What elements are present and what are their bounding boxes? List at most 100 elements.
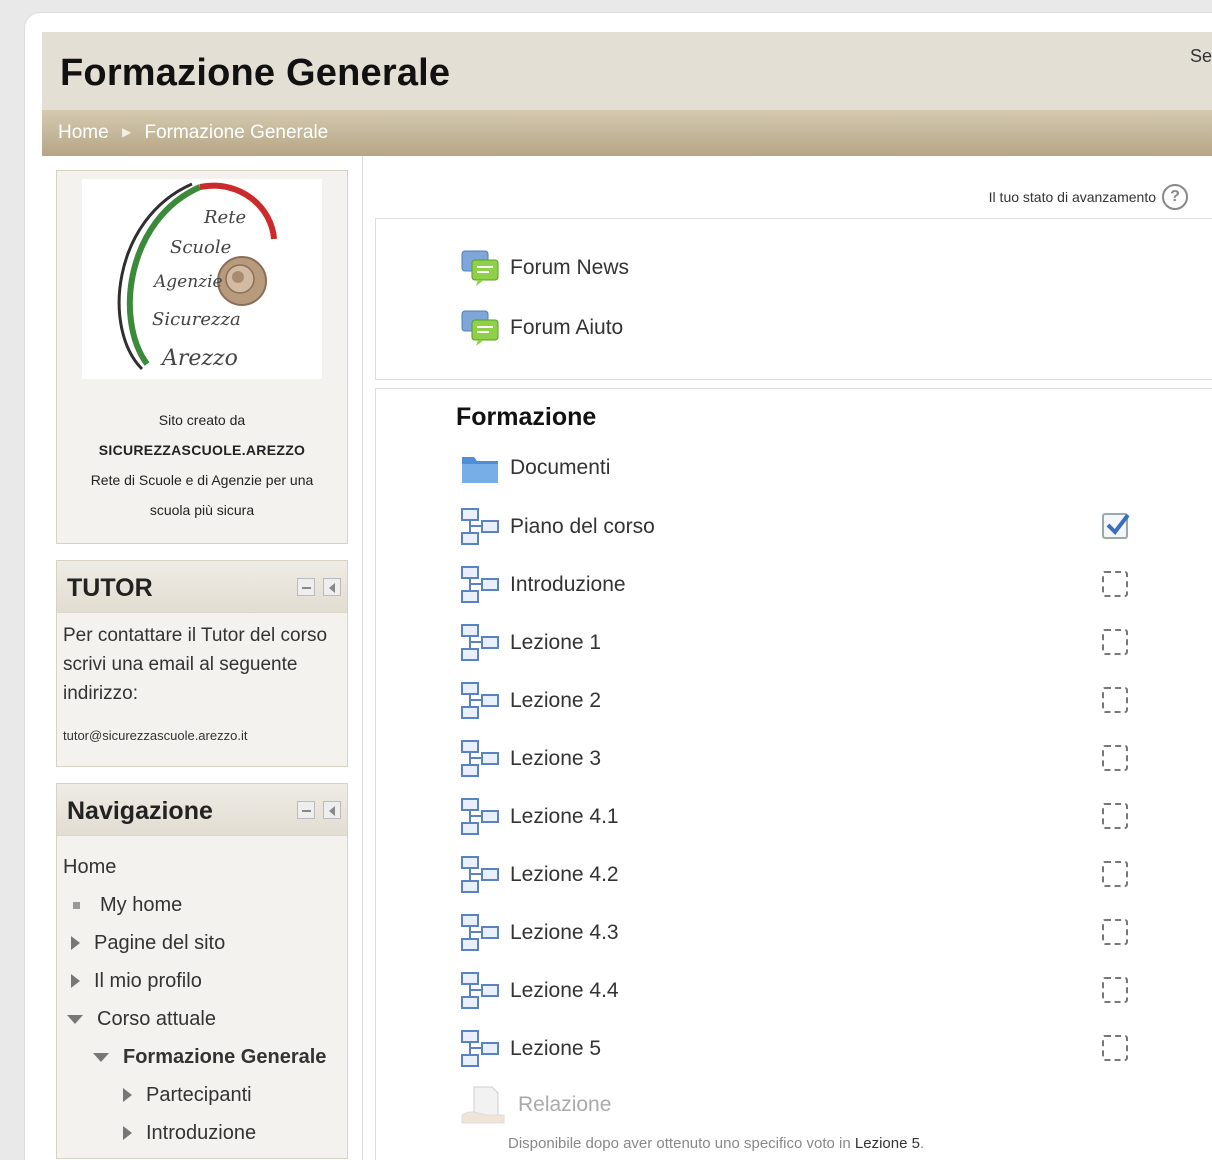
help-icon[interactable]: ? — [1162, 184, 1188, 210]
dock-icon[interactable] — [323, 801, 341, 819]
activity-label[interactable]: Lezione 4.1 — [510, 805, 619, 829]
lesson-icon — [461, 972, 499, 1009]
activity-label[interactable]: Forum Aiuto — [510, 316, 623, 340]
activity-lesson[interactable]: Lezione 4.2 — [460, 855, 619, 895]
svg-text:Rete: Rete — [203, 207, 246, 228]
section-general: Forum News Forum Aiuto — [375, 218, 1212, 380]
activity-lesson[interactable]: Lezione 5 — [460, 1029, 601, 1069]
logo-graphic: Rete Scuole Agenzie Sicurezza Arezzo — [117, 182, 277, 371]
completion-checkbox-icon[interactable] — [1102, 919, 1128, 945]
block-controls — [297, 578, 341, 596]
nav-item-site-pages[interactable]: Pagine del sito — [63, 924, 341, 962]
completion-checkbox-icon[interactable] — [1102, 861, 1128, 887]
navigation-block-title: Navigazione — [67, 797, 213, 825]
expand-right-icon — [71, 936, 80, 950]
tutor-block-header: TUTOR — [57, 561, 347, 613]
activity-lesson[interactable]: Introduzione — [460, 565, 626, 605]
activity-lesson[interactable]: Piano del corso — [460, 507, 655, 547]
breadcrumb-current[interactable]: Formazione Generale — [144, 122, 328, 143]
completion-checkbox-icon[interactable] — [1102, 1035, 1128, 1061]
progress-status: Il tuo stato di avanzamento ? — [989, 184, 1188, 210]
tutor-block-title: TUTOR — [67, 574, 153, 602]
completion-checkbox-icon[interactable] — [1102, 745, 1128, 771]
activity-lesson[interactable]: Lezione 1 — [460, 623, 601, 663]
activity-label[interactable]: Introduzione — [510, 573, 626, 597]
activity-lesson[interactable]: Lezione 3 — [460, 739, 601, 779]
credit-line-1: Sito creato da — [158, 412, 246, 428]
tutor-block-body: Per contattare il Tutor del corso scrivi… — [57, 613, 347, 766]
nav-item-home[interactable]: Home — [63, 848, 341, 886]
progress-label: Il tuo stato di avanzamento — [988, 189, 1156, 205]
expand-right-icon — [123, 1088, 132, 1102]
activity-label[interactable]: Lezione 4.4 — [510, 979, 619, 1003]
activity-lesson[interactable]: Lezione 4.1 — [460, 797, 619, 837]
left-column: Rete Scuole Agenzie Sicurezza Arezzo Sit… — [56, 170, 348, 1160]
activity-label[interactable]: Lezione 5 — [510, 1037, 601, 1061]
header-corner-text[interactable]: Se — [1190, 46, 1212, 67]
svg-text:Agenzie: Agenzie — [152, 272, 223, 292]
completion-checkbox-icon[interactable] — [1102, 803, 1128, 829]
expand-right-icon — [123, 1126, 132, 1140]
svg-text:Scuole: Scuole — [170, 237, 231, 258]
dock-icon[interactable] — [323, 578, 341, 596]
activity-relazione: Relazione — [460, 1085, 611, 1125]
nav-item-current-course[interactable]: Corso attuale — [63, 1000, 341, 1038]
activity-lesson[interactable]: Lezione 2 — [460, 681, 601, 721]
nav-item-course[interactable]: Formazione Generale — [63, 1038, 341, 1076]
completion-checkbox-icon[interactable] — [1102, 687, 1128, 713]
lesson-icon — [461, 508, 499, 545]
activity-label[interactable]: Lezione 4.3 — [510, 921, 619, 945]
lesson-icon — [461, 566, 499, 603]
completion-checkbox-checked-icon[interactable] — [1102, 513, 1130, 539]
nav-item-my-profile[interactable]: Il mio profilo — [63, 962, 341, 1000]
lesson-icon — [461, 914, 499, 951]
lesson-icon — [461, 856, 499, 893]
activity-lesson[interactable]: Lezione 4.4 — [460, 971, 619, 1011]
breadcrumb-separator-icon: ▶ — [121, 125, 132, 139]
activity-label[interactable]: Lezione 1 — [510, 631, 601, 655]
tutor-email: tutor@sicurezzascuole.arezzo.it — [63, 728, 248, 743]
forum-icon — [461, 250, 499, 286]
folder-icon — [462, 457, 498, 483]
breadcrumb-home[interactable]: Home — [58, 122, 109, 143]
lesson-icon — [461, 624, 499, 661]
nav-item-my-home[interactable]: My home — [63, 886, 341, 924]
activity-label[interactable]: Lezione 4.2 — [510, 863, 619, 887]
forum-icon — [461, 310, 499, 346]
expand-down-icon — [67, 1014, 83, 1024]
activity-lesson[interactable]: Lezione 4.3 — [460, 913, 619, 953]
activity-label[interactable]: Lezione 2 — [510, 689, 601, 713]
lesson-icon — [461, 1030, 499, 1067]
completion-checkbox-icon[interactable] — [1102, 571, 1128, 597]
activity-label[interactable]: Documenti — [510, 456, 610, 480]
lesson-icon — [461, 798, 499, 835]
credit-line-4: scuola più sicura — [149, 502, 255, 518]
site-credit: Sito creato da SICUREZZASCUOLE.AREZZO Re… — [57, 405, 347, 525]
lesson-icon — [461, 740, 499, 777]
collapse-icon[interactable] — [297, 578, 315, 596]
availability-link[interactable]: Lezione 5 — [855, 1135, 920, 1152]
main-content: Il tuo stato di avanzamento ? Forum News — [362, 156, 1212, 1160]
nav-item-participants[interactable]: Partecipanti — [63, 1076, 341, 1114]
navbar: Home ▶ Formazione Generale — [42, 110, 1212, 156]
site-logo: Rete Scuole Agenzie Sicurezza Arezzo — [82, 179, 322, 379]
expand-down-icon — [93, 1052, 109, 1062]
completion-checkbox-icon[interactable] — [1102, 629, 1128, 655]
page: Formazione Generale Se Home ▶ Formazione… — [42, 32, 1212, 1160]
nav-item-introduction[interactable]: Introduzione — [63, 1114, 341, 1152]
activity-label[interactable]: Forum News — [510, 256, 629, 280]
credit-line-3: Rete di Scuole e di Agenzie per una — [90, 472, 314, 488]
section-formazione: Formazione Documenti Piano del corso Int… — [375, 388, 1212, 1160]
navigation-block-header: Navigazione — [57, 784, 347, 836]
bullet-icon — [73, 901, 80, 909]
collapse-icon[interactable] — [297, 801, 315, 819]
activity-forum-aiuto[interactable]: Forum Aiuto — [460, 309, 623, 347]
activity-label[interactable]: Piano del corso — [510, 515, 655, 539]
activity-forum-news[interactable]: Forum News — [460, 249, 629, 287]
activity-documenti[interactable]: Documenti — [460, 451, 610, 485]
completion-checkbox-icon[interactable] — [1102, 977, 1128, 1003]
checkmark-icon — [1106, 513, 1130, 536]
svg-text:Sicurezza: Sicurezza — [152, 309, 241, 330]
lesson-icon — [461, 682, 499, 719]
activity-label[interactable]: Lezione 3 — [510, 747, 601, 771]
